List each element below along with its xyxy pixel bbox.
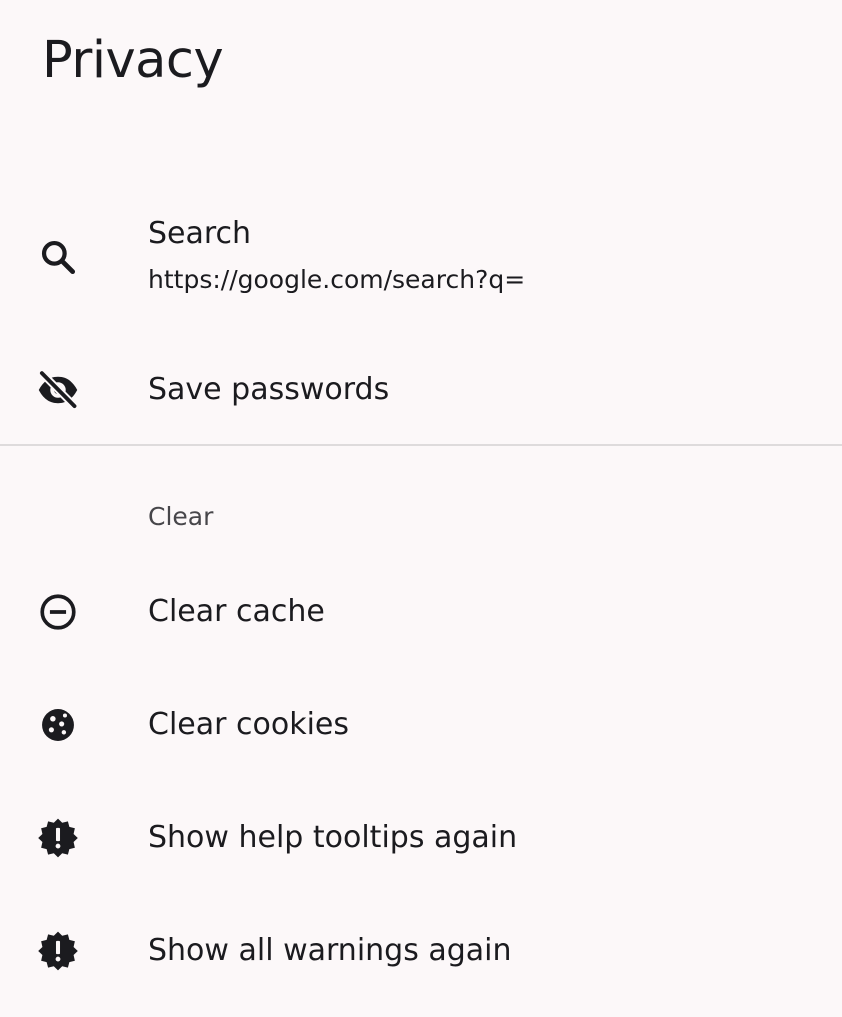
show-all-warnings-button[interactable]: Show all warnings again — [0, 911, 842, 991]
search-setting-title: Search — [148, 216, 252, 251]
clear-cookies-title: Clear cookies — [148, 707, 349, 742]
eye-off-icon — [36, 368, 80, 412]
clear-cache-button[interactable]: Clear cache — [0, 572, 842, 652]
clear-cookies-button[interactable]: Clear cookies — [0, 685, 842, 765]
cookie-icon — [36, 703, 80, 747]
alert-badge-icon — [36, 816, 80, 860]
search-setting[interactable]: Search https://google.com/search?q= — [0, 205, 842, 315]
page-title: Privacy — [42, 31, 224, 90]
search-icon — [36, 235, 80, 279]
clear-section-header: Clear — [148, 502, 214, 531]
show-help-tooltips-title: Show help tooltips again — [148, 820, 518, 855]
minus-circle-icon — [36, 590, 80, 634]
save-passwords-title: Save passwords — [148, 372, 390, 407]
section-divider — [0, 444, 842, 446]
save-passwords-setting[interactable]: Save passwords — [0, 350, 842, 430]
clear-cache-title: Clear cache — [148, 594, 325, 629]
show-all-warnings-title: Show all warnings again — [148, 933, 512, 968]
show-help-tooltips-button[interactable]: Show help tooltips again — [0, 798, 842, 878]
search-setting-subtitle: https://google.com/search?q= — [148, 265, 526, 294]
alert-badge-icon — [36, 929, 80, 973]
